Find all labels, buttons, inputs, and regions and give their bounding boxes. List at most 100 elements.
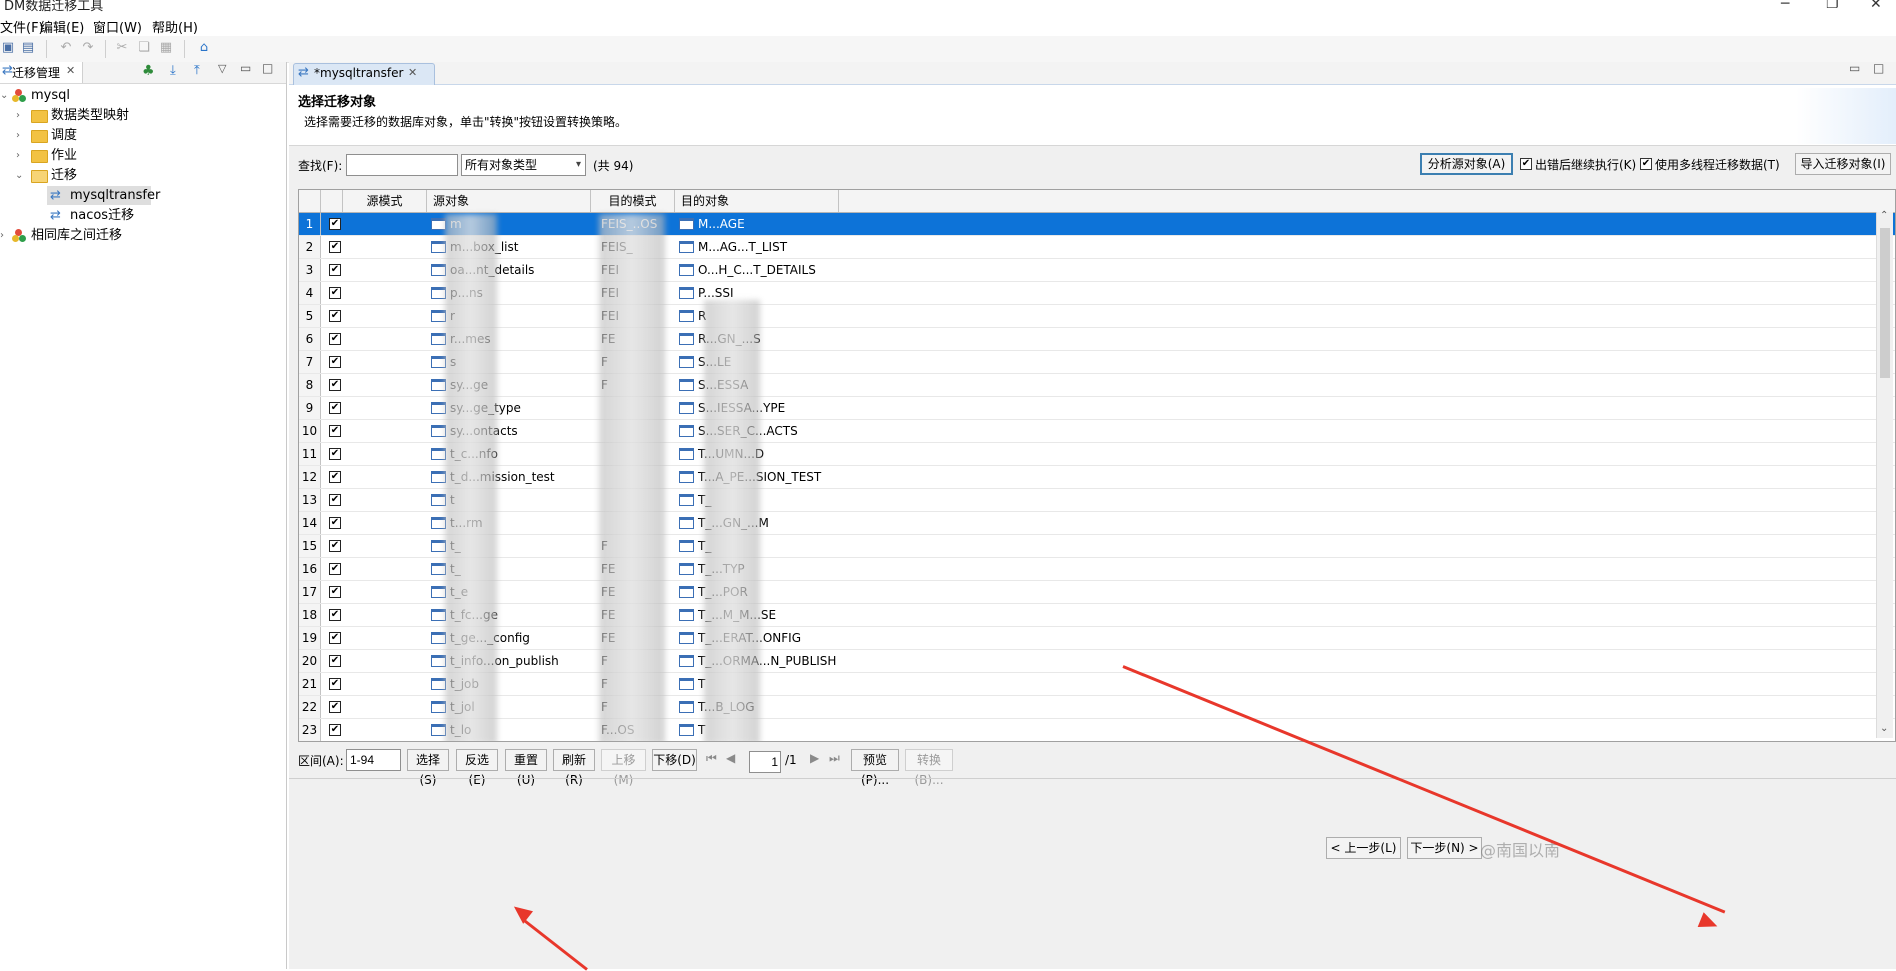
table-row[interactable]: 17✔t_eFET_...POR [299,581,1895,604]
minimize-editor-icon[interactable]: ▭ [1849,61,1860,75]
table-row[interactable]: 6✔r...mesFER...GN_...S [299,328,1895,351]
invert-selection-button[interactable]: 反选(E) [456,749,498,787]
table-row[interactable]: 8✔sy...geFS...ESSA [299,374,1895,397]
row-checkbox[interactable]: ✔ [321,397,343,419]
row-checkbox[interactable]: ✔ [321,443,343,465]
chevron-right-icon[interactable]: › [0,226,4,245]
move-up-button[interactable]: 上移(M) [601,749,646,787]
table-row[interactable]: 11✔t_c...nfoT...UMN...D [299,443,1895,466]
row-checkbox[interactable]: ✔ [321,236,343,258]
import-objects-button[interactable]: 导入迁移对象(I) [1795,153,1891,175]
last-page-icon[interactable]: ⏭ [829,751,840,766]
close-icon[interactable]: ✕ [66,64,75,77]
row-checkbox[interactable]: ✔ [321,374,343,396]
next-step-button[interactable]: 下一步(N) > [1407,837,1482,859]
row-checkbox[interactable]: ✔ [321,627,343,649]
copy-icon[interactable]: ❏ [136,40,152,56]
maximize-icon[interactable]: ❐ [1826,0,1839,12]
home-icon[interactable]: ⌂ [196,40,212,56]
check-icon[interactable]: ✔ [329,379,341,391]
tree-item-jobs[interactable]: › 作业 [0,146,286,165]
menu-edit[interactable]: 编辑(E) [40,17,84,36]
first-page-icon[interactable]: ⏮ [706,751,717,766]
table-row[interactable]: 10✔sy...ontactsS...SER_C...ACTS [299,420,1895,443]
scrollbar-thumb[interactable] [1880,228,1890,378]
object-type-select[interactable]: 所有对象类型 ▾ [461,154,586,176]
check-icon[interactable]: ✔ [329,724,341,736]
vertical-scrollbar[interactable]: ⌃ ⌄ [1876,210,1893,738]
check-icon[interactable]: ✔ [329,425,341,437]
new-connection-icon[interactable]: ♣ [142,63,155,79]
chevron-down-icon[interactable]: ⌄ [15,166,23,185]
preview-button[interactable]: 预览(P)... [851,749,899,787]
check-icon[interactable]: ✔ [329,448,341,460]
check-icon[interactable]: ✔ [329,264,341,276]
row-checkbox[interactable]: ✔ [321,213,343,235]
check-icon[interactable]: ✔ [329,609,341,621]
header-check[interactable] [321,190,343,212]
header-target-schema[interactable]: 目的模式 [591,190,675,212]
table-row[interactable]: 2✔m...box_listFEIS_M...AG...T_LIST [299,236,1895,259]
save-all-icon[interactable]: ▤ [20,40,36,56]
check-icon[interactable]: ✔ [329,655,341,667]
tree-item-schedule[interactable]: › 调度 [0,126,286,145]
table-row[interactable]: 9✔sy...ge_typeS...IESSA...YPE [299,397,1895,420]
select-button[interactable]: 选择(S) [407,749,449,787]
tree-item-mysqltransfer[interactable]: ⇄ mysqltransfer [0,186,286,205]
continue-on-error-checkbox[interactable]: ✔ [1520,158,1532,170]
check-icon[interactable]: ✔ [329,701,341,713]
check-icon[interactable]: ✔ [329,540,341,552]
scroll-down-icon[interactable]: ⌄ [1880,723,1888,734]
find-input[interactable] [346,154,458,176]
row-checkbox[interactable]: ✔ [321,259,343,281]
check-icon[interactable]: ✔ [329,632,341,644]
row-checkbox[interactable]: ✔ [321,696,343,718]
row-checkbox[interactable]: ✔ [321,535,343,557]
menu-help[interactable]: 帮助(H) [152,17,198,36]
table-row[interactable]: 23✔t_loF...OST [299,719,1895,741]
redo-icon[interactable]: ↷ [80,40,96,56]
row-checkbox[interactable]: ✔ [321,466,343,488]
check-icon[interactable]: ✔ [329,218,341,230]
tab-migration-management[interactable]: ⇄ 迁移管理 ✕ [0,62,83,83]
tree-item-same-db-migration[interactable]: › 相同库之间迁移 [0,226,286,245]
chevron-right-icon[interactable]: › [16,126,20,145]
export-icon[interactable]: ⤒ [194,63,200,78]
multithread-checkbox[interactable]: ✔ [1640,158,1652,170]
header-source-schema[interactable]: 源模式 [343,190,427,212]
table-row[interactable]: 12✔t_d...mission_testT...A_PE...SION_TES… [299,466,1895,489]
previous-step-button[interactable]: < 上一步(L) [1326,837,1401,859]
table-row[interactable]: 22✔t_jolFT...B_LOG [299,696,1895,719]
row-checkbox[interactable]: ✔ [321,719,343,741]
check-icon[interactable]: ✔ [329,402,341,414]
analyze-source-button[interactable]: 分析源对象(A) [1420,153,1513,175]
table-row[interactable]: 5✔rFEIR [299,305,1895,328]
minimize-panel-icon[interactable]: ▭ [240,61,251,75]
table-row[interactable]: 16✔t_FET_...TYP [299,558,1895,581]
next-page-icon[interactable]: ▶ [810,751,819,765]
table-row[interactable]: 18✔t_fc...geFET_...M_M...SE [299,604,1895,627]
menu-file[interactable]: 文件(F) [0,17,44,36]
view-menu-icon[interactable]: ▽ [218,62,226,75]
table-row[interactable]: 13✔tT_ [299,489,1895,512]
row-checkbox[interactable]: ✔ [321,305,343,327]
row-checkbox[interactable]: ✔ [321,282,343,304]
scroll-up-icon[interactable]: ⌃ [1880,210,1888,221]
tab-mysqltransfer[interactable]: ⇄ *mysqltransfer ✕ [293,63,435,85]
minimize-icon[interactable]: ─ [1781,0,1789,12]
row-checkbox[interactable]: ✔ [321,489,343,511]
close-icon[interactable]: ✕ [408,66,417,79]
check-icon[interactable]: ✔ [329,333,341,345]
chevron-right-icon[interactable]: › [16,106,20,125]
table-row[interactable]: 1✔mFEIS_..OSM...AGE [299,213,1895,236]
reset-button[interactable]: 重置(U) [505,749,547,787]
check-icon[interactable]: ✔ [329,563,341,575]
tree-item-data-type-mapping[interactable]: › 数据类型映射 [0,106,286,125]
undo-icon[interactable]: ↶ [58,40,74,56]
check-icon[interactable]: ✔ [329,310,341,322]
header-target-object[interactable]: 目的对象 [675,190,839,212]
chevron-right-icon[interactable]: › [16,146,20,165]
check-icon[interactable]: ✔ [329,517,341,529]
save-icon[interactable]: ▣ [0,40,16,56]
row-checkbox[interactable]: ✔ [321,420,343,442]
